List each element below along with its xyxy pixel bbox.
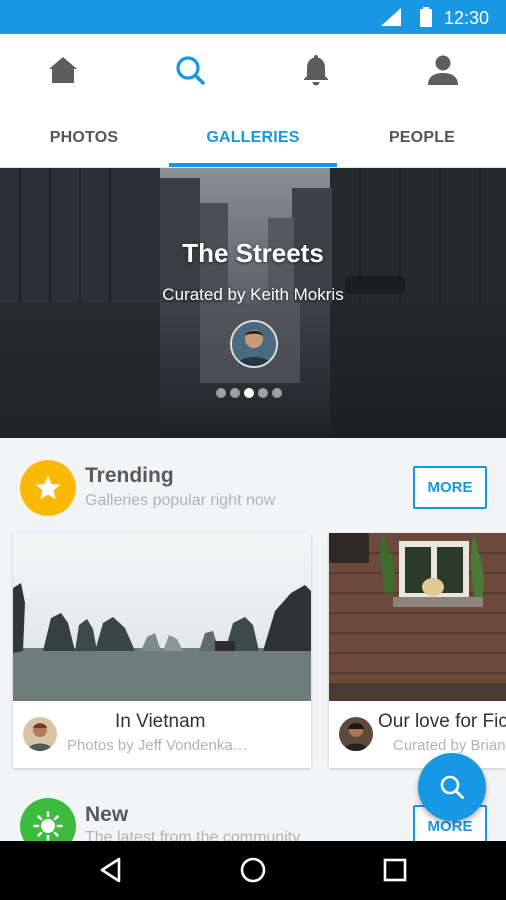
battery-icon <box>420 7 432 27</box>
search-icon[interactable] <box>172 52 208 88</box>
gallery-title: In Vietnam <box>115 711 206 732</box>
recents-icon[interactable] <box>380 855 410 885</box>
star-icon <box>20 460 76 516</box>
page-dot[interactable] <box>230 388 240 398</box>
clock: 12:30 <box>444 8 490 28</box>
author-avatar[interactable] <box>23 717 57 751</box>
person-icon[interactable] <box>425 52 461 88</box>
tab-people[interactable]: PEOPLE <box>338 120 506 168</box>
section-title-trending: Trending <box>85 464 174 487</box>
gallery-byline: Photos by Jeff Vondenka… <box>67 737 248 754</box>
floating-search-button[interactable] <box>418 753 486 821</box>
page-indicator <box>216 388 282 398</box>
bell-icon[interactable] <box>298 52 334 88</box>
hero-title: The Streets <box>182 238 324 268</box>
app-bar: PHOTOS GALLERIES PEOPLE <box>0 34 506 168</box>
gallery-photo <box>13 533 311 701</box>
signal-icon <box>381 8 401 26</box>
tab-galleries[interactable]: GALLERIES <box>169 120 337 168</box>
back-icon[interactable] <box>97 855 127 885</box>
home-icon[interactable] <box>45 52 81 88</box>
featured-gallery-banner[interactable]: The Streets Curated by Keith Mokris <box>0 168 506 438</box>
gallery-card-in-vietnam[interactable]: In Vietnam Photos by Jeff Vondenka… <box>13 533 311 768</box>
hero-curator: Curated by Keith Mokris <box>162 285 344 304</box>
page-dot-active[interactable] <box>244 388 254 398</box>
tab-indicator <box>169 163 337 167</box>
home-circle-icon[interactable] <box>238 855 268 885</box>
curator-avatar[interactable] <box>230 320 278 368</box>
trending-more-button[interactable]: MORE <box>413 466 487 509</box>
author-avatar[interactable] <box>339 717 373 751</box>
section-title-new: New <box>85 803 129 826</box>
tab-photos[interactable]: PHOTOS <box>0 120 168 168</box>
search-icon <box>440 775 464 799</box>
page-dot[interactable] <box>272 388 282 398</box>
system-nav-bar <box>0 841 506 900</box>
status-bar: 12:30 <box>0 0 506 34</box>
page-dot[interactable] <box>258 388 268 398</box>
gallery-card-our-love[interactable]: Our love for Fic Curated by Brian <box>329 533 506 768</box>
gallery-photo <box>329 533 506 701</box>
gallery-title: Our love for Fic <box>378 711 506 732</box>
gallery-byline: Curated by Brian <box>393 737 506 754</box>
section-subtitle-trending: Galleries popular right now <box>85 492 276 509</box>
page-dot[interactable] <box>216 388 226 398</box>
